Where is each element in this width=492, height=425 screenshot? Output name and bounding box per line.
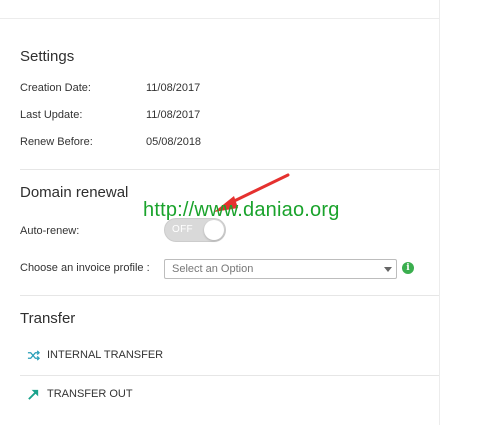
info-circle-icon[interactable]: i <box>402 262 414 274</box>
renew-before-value: 05/08/2018 <box>146 136 202 148</box>
transfer-out-link[interactable]: TRANSFER OUT <box>27 387 157 403</box>
creation-date-value: 11/08/2017 <box>146 82 201 94</box>
auto-renew-label: Auto-renew: <box>20 225 80 237</box>
settings-title: Settings <box>20 48 75 65</box>
last-update-label: Last Update: <box>20 109 83 121</box>
watermark-text: http://www.daniao.org <box>143 199 340 221</box>
section-divider <box>20 295 439 296</box>
invoice-profile-label: Choose an invoice profile : <box>20 262 150 274</box>
renew-before-label: Renew Before: <box>20 136 93 148</box>
domain-renewal-title: Domain renewal <box>20 184 129 201</box>
toggle-knob <box>204 220 224 240</box>
link-divider <box>20 375 439 376</box>
invoice-profile-selected: Select an Option <box>172 263 254 275</box>
domain-settings-page: Settings Creation Date: 11/08/2017 Last … <box>0 0 492 425</box>
last-update-value: 11/08/2017 <box>146 109 201 121</box>
top-divider <box>0 18 439 19</box>
shuffle-icon <box>27 350 40 361</box>
invoice-profile-select[interactable]: Select an Option <box>164 259 397 279</box>
chevron-down-icon <box>384 267 392 272</box>
transfer-title: Transfer <box>20 310 76 327</box>
internal-transfer-link[interactable]: INTERNAL TRANSFER <box>27 348 187 364</box>
internal-transfer-label: INTERNAL TRANSFER <box>47 349 164 361</box>
creation-date-label: Creation Date: <box>20 82 91 94</box>
section-divider <box>20 169 439 170</box>
transfer-out-label: TRANSFER OUT <box>47 388 133 400</box>
toggle-state-text: OFF <box>172 224 193 235</box>
arrow-up-right-icon <box>28 389 39 400</box>
